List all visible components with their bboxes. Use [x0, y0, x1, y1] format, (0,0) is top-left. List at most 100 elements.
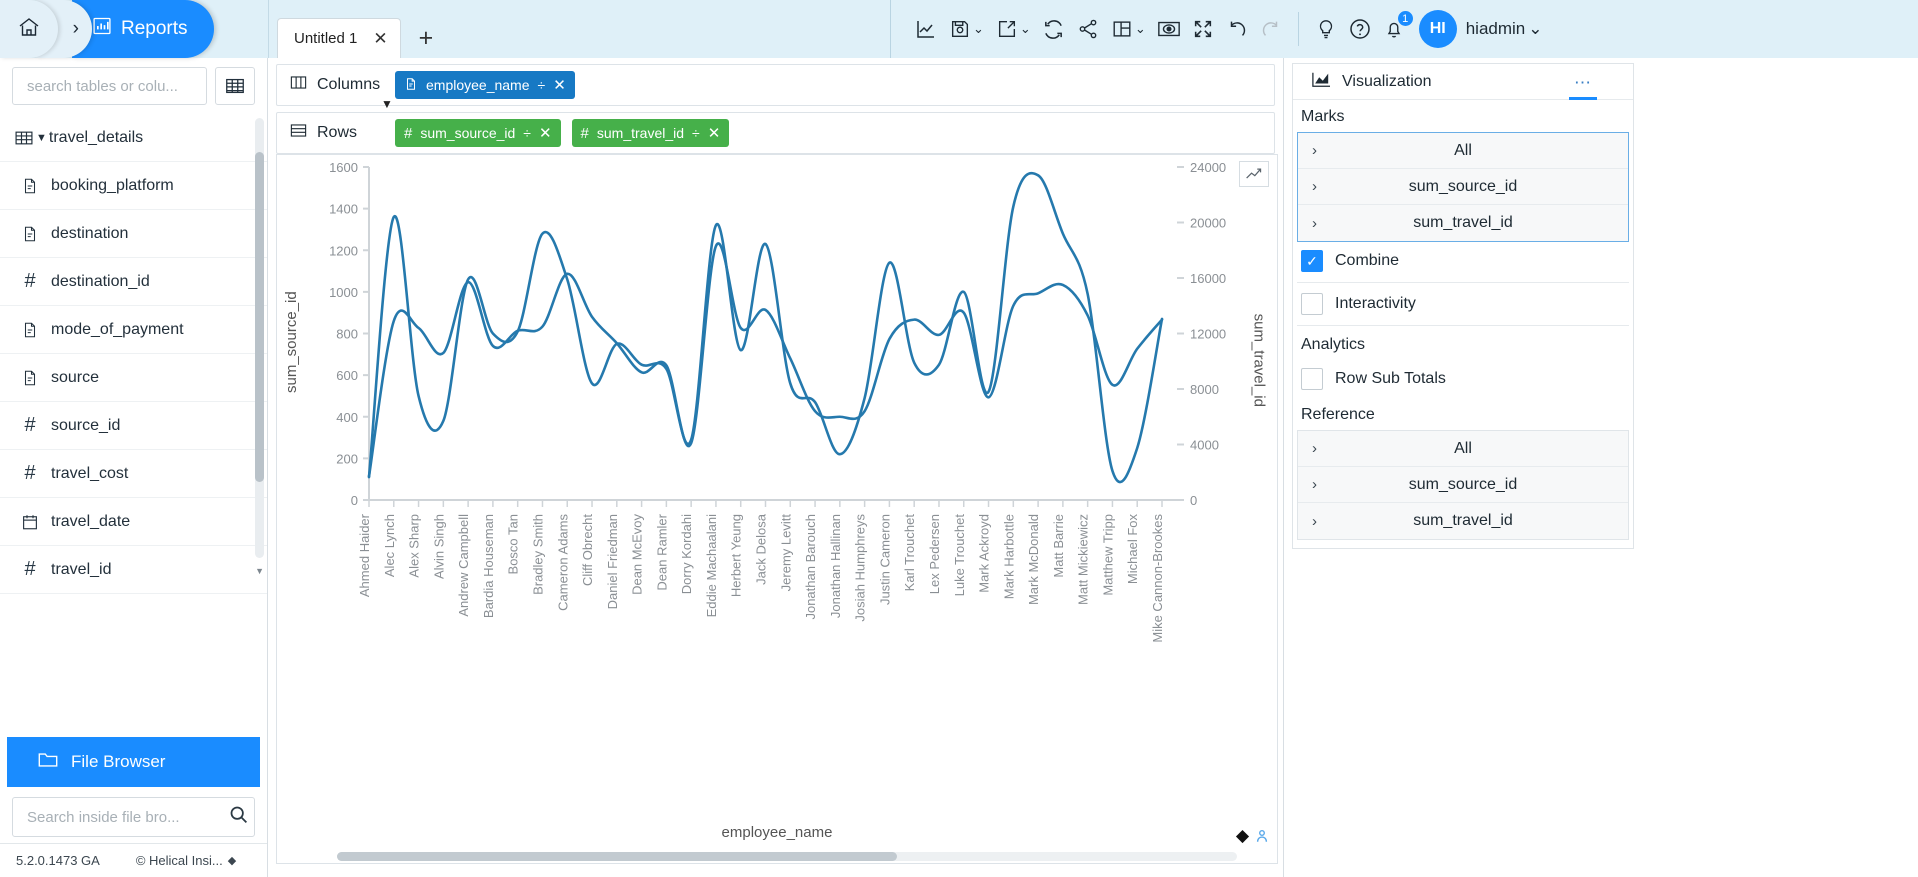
- toolbar-divider: [1297, 12, 1299, 46]
- divide-icon[interactable]: ÷: [538, 77, 546, 93]
- sidebar-field-booking-platform[interactable]: booking_platform: [0, 162, 267, 210]
- redo-icon[interactable]: [1254, 12, 1288, 46]
- scroll-down-arrow[interactable]: ▼: [255, 566, 264, 576]
- svg-text:Michael Fox: Michael Fox: [1125, 514, 1140, 585]
- table-grid-icon[interactable]: [215, 67, 255, 105]
- combine-row[interactable]: ✓ Combine: [1293, 242, 1633, 280]
- help-icon[interactable]: [1343, 12, 1377, 46]
- number-field-icon: #: [24, 414, 36, 436]
- notifications-button[interactable]: 1: [1377, 9, 1415, 46]
- tab-untitled-1[interactable]: Untitled 1 ✕: [277, 18, 401, 58]
- mark-row-sum-travel-id[interactable]: › sum_travel_id: [1298, 205, 1628, 241]
- columns-shelf-expand-icon[interactable]: ▼: [381, 97, 393, 111]
- visualization-active-indicator: [1569, 97, 1597, 100]
- sidebar-item-file-browser[interactable]: File Browser: [7, 737, 260, 787]
- lightbulb-icon[interactable]: [1309, 12, 1343, 46]
- export-icon[interactable]: [990, 12, 1024, 46]
- svg-text:Alex Sharp: Alex Sharp: [407, 514, 422, 578]
- expand-icon[interactable]: ◆: [228, 854, 236, 867]
- sidebar-field-travel-cost[interactable]: # travel_cost: [0, 450, 267, 498]
- pill-label: employee_name: [426, 77, 530, 93]
- chart-icon[interactable]: [909, 12, 943, 46]
- divider: [1297, 282, 1629, 283]
- sidebar-field-travel-id[interactable]: # travel_id: [0, 546, 267, 594]
- columns-label: Columns: [317, 76, 381, 93]
- sidebar-field-travel-date[interactable]: travel_date: [0, 498, 267, 546]
- sidebar-search-row: [0, 58, 267, 114]
- sidebar-field-destination[interactable]: destination: [0, 210, 267, 258]
- caret-down-icon[interactable]: ▼: [36, 132, 47, 144]
- search-input[interactable]: [25, 76, 194, 96]
- chevron-right-icon[interactable]: ›: [1312, 476, 1317, 493]
- file-browser-search[interactable]: [12, 797, 255, 837]
- search-icon[interactable]: [228, 804, 249, 830]
- sidebar-field-source[interactable]: source: [0, 354, 267, 402]
- interactivity-row[interactable]: Interactivity: [1293, 285, 1633, 323]
- divide-icon[interactable]: ÷: [523, 125, 531, 141]
- layout-icon[interactable]: [1105, 12, 1139, 46]
- mark-row-sum-source-id[interactable]: › sum_source_id: [1298, 169, 1628, 205]
- add-tab-button[interactable]: +: [419, 24, 434, 53]
- svg-text:Jeremy Levitt: Jeremy Levitt: [778, 514, 793, 592]
- sidebar-field-source-id[interactable]: # source_id: [0, 402, 267, 450]
- preview-icon[interactable]: [1152, 12, 1186, 46]
- save-dropdown-icon[interactable]: ⌄: [973, 21, 984, 37]
- svg-text:800: 800: [336, 327, 358, 342]
- reference-row-all[interactable]: › All: [1298, 431, 1628, 467]
- chart-horizontal-scrollbar[interactable]: [337, 852, 1237, 861]
- layout-dropdown-icon[interactable]: ⌄: [1135, 21, 1146, 37]
- pill-employee-name[interactable]: employee_name ÷ ✕: [395, 71, 575, 99]
- diamond-icon[interactable]: [1235, 829, 1250, 849]
- chevron-right-icon[interactable]: ›: [1312, 513, 1317, 530]
- chevron-right-icon[interactable]: ›: [1312, 440, 1317, 457]
- file-browser-label: File Browser: [71, 752, 166, 771]
- chart-scrollbar-thumb[interactable]: [337, 852, 897, 861]
- scroll-up-arrow[interactable]: ▲: [255, 114, 264, 115]
- save-icon[interactable]: [943, 12, 977, 46]
- chevron-right-icon[interactable]: ›: [1312, 215, 1317, 232]
- tab-close-icon[interactable]: ✕: [373, 30, 387, 47]
- sidebar-field-mode-of-payment[interactable]: mode_of_payment: [0, 306, 267, 354]
- interactivity-label: Interactivity: [1335, 295, 1416, 312]
- visualization-more-icon[interactable]: ⋯: [1574, 74, 1593, 91]
- avatar[interactable]: HI: [1418, 10, 1457, 48]
- combine-checkbox[interactable]: ✓: [1301, 250, 1323, 272]
- share-icon[interactable]: [1071, 12, 1105, 46]
- table-travel-details[interactable]: ▼ travel_details: [0, 114, 267, 162]
- columns-shelf[interactable]: Columns employee_name ÷ ✕: [276, 64, 1275, 106]
- field-label: mode_of_payment: [51, 320, 184, 338]
- sidebar-scrollbar-thumb[interactable]: [255, 152, 264, 482]
- user-menu[interactable]: hiadmin ⌄: [1466, 19, 1543, 39]
- rows-shelf[interactable]: Rows # sum_source_id ÷ ✕ # sum_travel_id…: [276, 97, 1275, 167]
- field-label: travel_date: [51, 512, 131, 530]
- pill-remove-icon[interactable]: ✕: [553, 76, 566, 94]
- export-dropdown-icon[interactable]: ⌄: [1020, 21, 1031, 37]
- reference-row-sum-source-id[interactable]: › sum_source_id: [1298, 467, 1628, 503]
- svg-text:Dean Ramler: Dean Ramler: [654, 513, 669, 590]
- pill-sum-travel-id[interactable]: # sum_travel_id ÷ ✕: [571, 119, 730, 147]
- file-search-input[interactable]: [25, 807, 228, 827]
- row-sub-totals-label: Row Sub Totals: [1335, 370, 1446, 387]
- refresh-icon[interactable]: [1037, 12, 1071, 46]
- sidebar-field-destination-id[interactable]: # destination_id: [0, 258, 267, 306]
- row-sub-totals-row[interactable]: Row Sub Totals: [1293, 360, 1633, 398]
- reference-row-sum-travel-id[interactable]: › sum_travel_id: [1298, 503, 1628, 539]
- chevron-right-icon[interactable]: ›: [1312, 178, 1317, 195]
- breadcrumb-reports[interactable]: Reports: [72, 0, 214, 58]
- interactivity-checkbox[interactable]: [1301, 293, 1323, 315]
- divide-icon[interactable]: ÷: [692, 125, 700, 141]
- breadcrumb-home-button[interactable]: [0, 0, 58, 58]
- pill-sum-source-id[interactable]: # sum_source_id ÷ ✕: [395, 119, 561, 147]
- undo-icon[interactable]: [1220, 12, 1254, 46]
- row-sub-totals-checkbox[interactable]: [1301, 368, 1323, 390]
- svg-text:Bradley Smith: Bradley Smith: [530, 514, 545, 595]
- search-tables-box[interactable]: [12, 67, 207, 105]
- pill-remove-icon[interactable]: ✕: [708, 124, 721, 142]
- svg-text:Luke Trouchet: Luke Trouchet: [952, 514, 967, 597]
- sidebar-scrollbar[interactable]: [255, 118, 264, 558]
- chevron-right-icon[interactable]: ›: [1312, 142, 1317, 159]
- fullscreen-icon[interactable]: [1186, 12, 1220, 46]
- mark-row-all[interactable]: › All: [1298, 133, 1628, 169]
- pill-remove-icon[interactable]: ✕: [539, 124, 552, 142]
- person-icon[interactable]: [1255, 829, 1269, 849]
